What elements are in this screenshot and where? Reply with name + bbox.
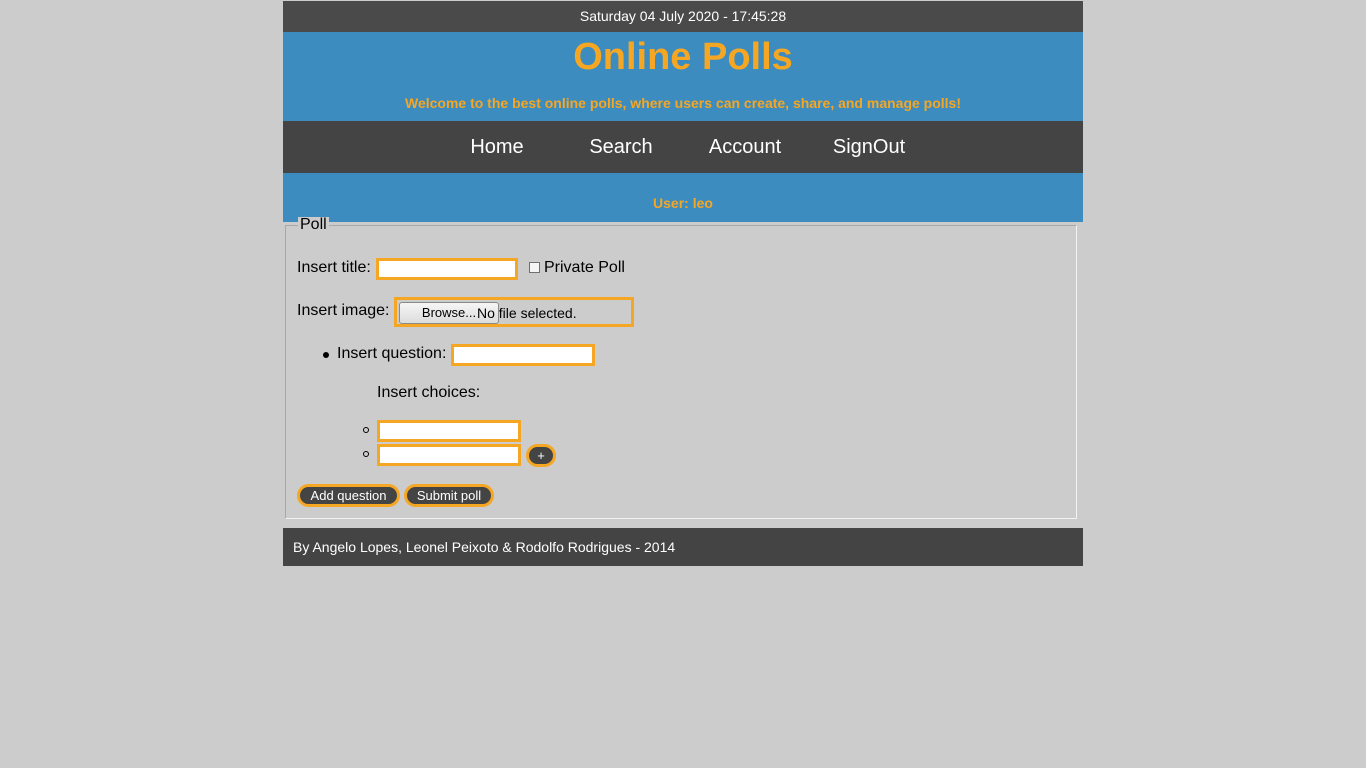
poll-legend: Poll <box>298 216 329 233</box>
private-poll-label: Private Poll <box>544 259 625 276</box>
footer-credits: By Angelo Lopes, Leonel Peixoto & Rodolf… <box>293 539 676 555</box>
date-time-text: Saturday 04 July 2020 - 17:45:28 <box>579 8 787 24</box>
site-subtitle: Welcome to the best online polls, where … <box>404 95 962 111</box>
question-bullet <box>323 352 329 358</box>
choices-label: Insert choices: <box>377 384 481 401</box>
user-bar: User: leo <box>283 173 1083 222</box>
site-footer: By Angelo Lopes, Leonel Peixoto & Rodolf… <box>283 528 1083 566</box>
nav-item-account[interactable]: Account <box>683 121 807 173</box>
choice-input-2[interactable] <box>377 444 521 466</box>
site-header: Online Polls Welcome to the best online … <box>283 32 1083 121</box>
nav-item-search[interactable]: Search <box>559 121 683 173</box>
poll-title-input[interactable] <box>376 258 518 280</box>
nav-item-signout[interactable]: SignOut <box>807 121 931 173</box>
date-time-bar: Saturday 04 July 2020 - 17:45:28 <box>283 1 1083 32</box>
nav-item-home[interactable]: Home <box>435 121 559 173</box>
file-status-text: No file selected. <box>477 305 577 321</box>
image-label: Insert image: <box>297 302 390 319</box>
question-label: Insert question: <box>337 345 447 362</box>
choice-bullet <box>363 427 369 433</box>
image-file-input[interactable]: Browse... No file selected. <box>394 297 634 327</box>
choice-bullet <box>363 451 369 457</box>
question-input[interactable] <box>451 344 595 366</box>
choice-input-1[interactable] <box>377 420 521 442</box>
title-label: Insert title: <box>297 259 371 276</box>
private-poll-checkbox[interactable] <box>529 262 540 273</box>
add-choice-button[interactable]: + <box>526 444 556 467</box>
site-title: Online Polls <box>573 36 793 78</box>
poll-form: Poll Insert title: Private Poll Insert i… <box>285 217 1077 519</box>
page-container: Saturday 04 July 2020 - 17:45:28 Online … <box>283 1 1083 566</box>
current-user-label: User: leo <box>653 195 713 211</box>
add-question-button[interactable]: Add question <box>297 484 400 507</box>
main-nav: Home Search Account SignOut <box>283 121 1083 173</box>
submit-poll-button[interactable]: Submit poll <box>404 484 494 507</box>
poll-area: Poll Insert title: Private Poll Insert i… <box>283 217 1083 528</box>
